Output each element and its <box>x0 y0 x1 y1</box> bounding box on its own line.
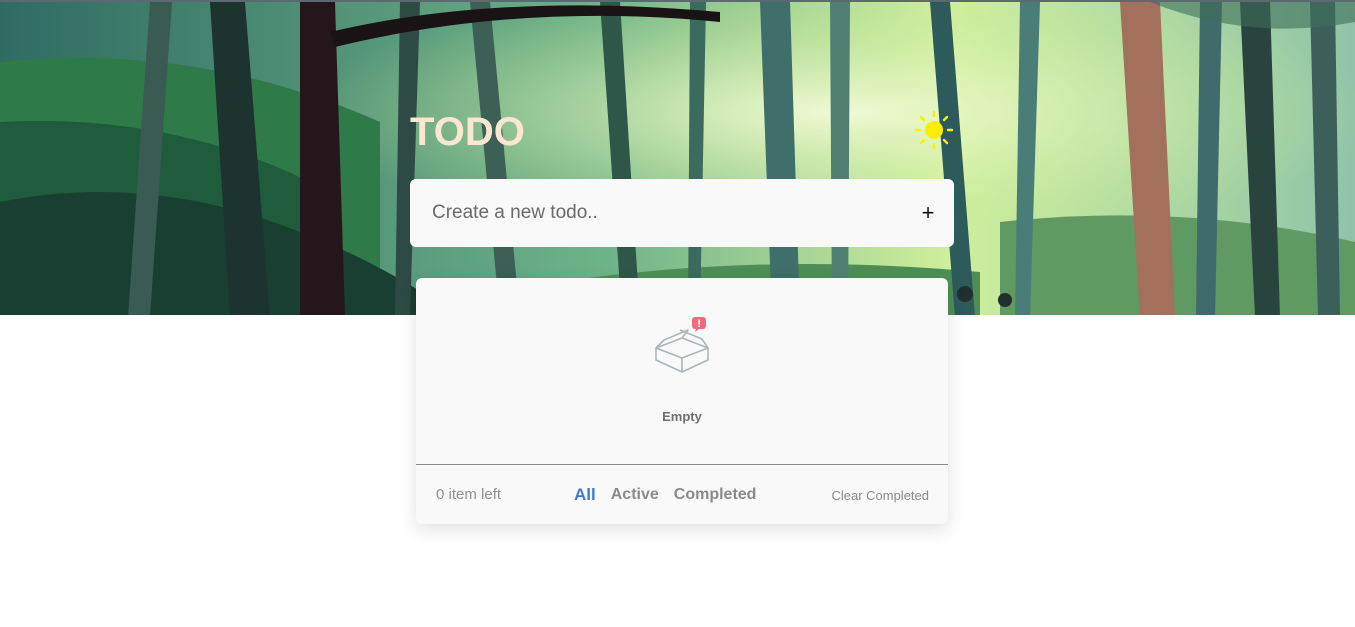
forest-illustration <box>0 2 1355 315</box>
filter-group: All Active Completed <box>574 485 756 505</box>
todo-list-card: Empty 0 item left All Active Completed C… <box>416 278 948 524</box>
empty-state: Empty <box>416 278 948 465</box>
app-header: TODO <box>410 108 954 156</box>
clear-completed-button[interactable]: Clear Completed <box>831 488 929 503</box>
filter-all[interactable]: All <box>574 485 596 505</box>
app-title: TODO <box>410 110 525 154</box>
theme-toggle-button[interactable] <box>910 108 954 152</box>
forest-hero-background <box>0 0 1355 315</box>
filter-completed[interactable]: Completed <box>674 485 757 505</box>
add-todo-button[interactable]: + <box>916 199 940 227</box>
new-todo-input[interactable] <box>432 197 902 229</box>
sun-icon <box>914 110 954 150</box>
items-left-count: 0 item left <box>436 486 502 503</box>
list-footer: 0 item left All Active Completed Clear C… <box>416 466 948 524</box>
empty-box-icon <box>655 317 709 373</box>
new-todo-bar: + <box>410 179 954 247</box>
alert-badge-icon <box>692 317 706 332</box>
empty-text: Empty <box>662 409 702 424</box>
filter-active[interactable]: Active <box>611 485 659 505</box>
